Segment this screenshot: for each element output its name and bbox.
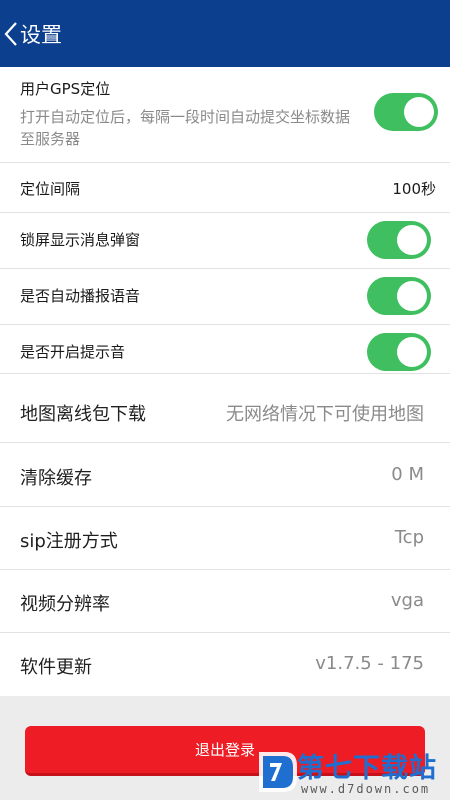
clear-cache-label: 清除缓存 — [20, 468, 92, 489]
lockscreen-popup-toggle[interactable] — [367, 221, 431, 259]
voice-broadcast-toggle[interactable] — [367, 277, 431, 315]
prompt-tone-label: 是否开启提示音 — [20, 343, 126, 361]
interval-label: 定位间隔 — [20, 180, 81, 198]
interval-value: 100秒 — [392, 180, 436, 198]
watermark-url: www.d7down.com — [301, 782, 431, 796]
offline-map-label: 地图离线包下载 — [20, 404, 146, 425]
software-update-value: v1.7.5 - 175 — [315, 653, 424, 674]
gps-title: 用户GPS定位 — [20, 80, 111, 98]
watermark-title: 第七下载站 — [297, 753, 437, 784]
gps-toggle[interactable] — [374, 93, 438, 131]
toggle-knob — [397, 225, 427, 255]
back-arrow-icon[interactable] — [2, 19, 20, 49]
video-resolution-label: 视频分辨率 — [20, 594, 110, 615]
toggle-knob — [397, 281, 427, 311]
toggle-knob — [404, 97, 434, 127]
offline-map-value: 无网络情况下可使用地图 — [226, 404, 424, 425]
toggle-knob — [397, 337, 427, 367]
prompt-tone-toggle[interactable] — [367, 333, 431, 371]
voice-broadcast-label: 是否自动播报语音 — [20, 287, 141, 305]
lockscreen-popup-label: 锁屏显示消息弹窗 — [20, 231, 141, 249]
sip-mode-label: sip注册方式 — [20, 531, 118, 552]
gps-description: 打开自动定位后，每隔一段时间自动提交坐标数据至服务器 — [20, 108, 351, 148]
app-header: 设置 — [0, 0, 450, 67]
sip-mode-value: Tcp — [394, 527, 424, 548]
watermark: 第七下载站 www.d7down.com — [255, 744, 450, 800]
page-title: 设置 — [20, 22, 62, 47]
video-resolution-value: vga — [390, 590, 424, 611]
software-update-label: 软件更新 — [20, 657, 92, 678]
clear-cache-value: 0 M — [391, 464, 424, 485]
site-logo-icon — [259, 752, 297, 792]
